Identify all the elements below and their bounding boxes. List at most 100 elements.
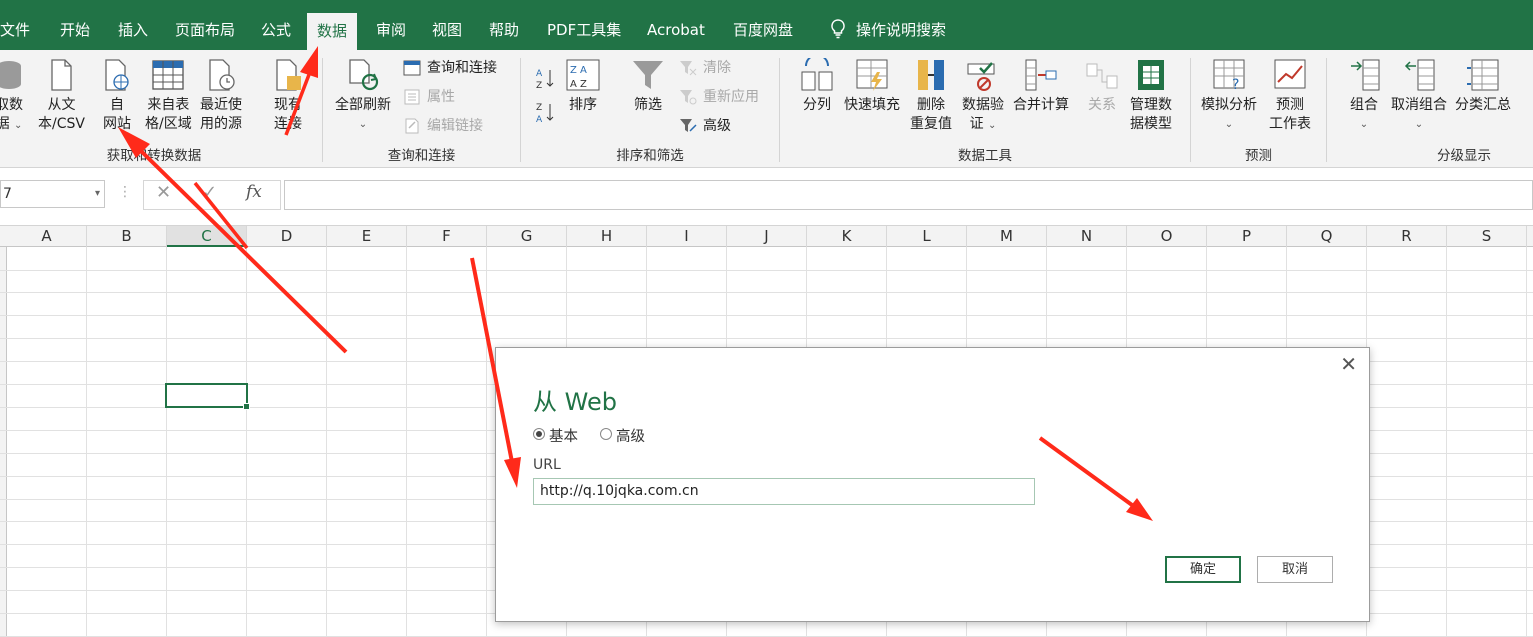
forecast-sheet-label-1: 预测 (1276, 97, 1304, 113)
from-table-button[interactable]: 来自表 格/区域 (145, 58, 192, 134)
forecast-sheet-button[interactable]: 预测 工作表 (1269, 58, 1311, 134)
column-header-s[interactable]: S (1447, 226, 1527, 247)
group-sort-filter: AZ ZA Z AA Z 排序 筛选 清除 重新应用 高级 排序和筛选 (521, 50, 779, 168)
what-if-analysis-button[interactable]: ? 模拟分析 ⌄ (1201, 58, 1257, 134)
tab-pdf-tools[interactable]: PDF工具集 (537, 12, 631, 50)
column-header-a[interactable]: A (7, 226, 87, 247)
column-header-p[interactable]: P (1207, 226, 1287, 247)
gridline-vertical (86, 247, 87, 637)
confirm-formula-icon[interactable]: ✓ (202, 182, 217, 203)
properties-icon (403, 88, 421, 106)
recent-sources-button[interactable]: 最近使 用的源 (200, 58, 242, 134)
queries-connections-button[interactable]: 查询和连接 (403, 56, 497, 80)
reapply-icon (679, 88, 697, 106)
existing-connections-label-2: 连接 (274, 116, 302, 132)
queries-pane-icon (403, 59, 421, 77)
tab-review[interactable]: 审阅 (366, 12, 416, 50)
column-header-g[interactable]: G (487, 226, 567, 247)
tab-page-layout[interactable]: 页面布局 (165, 12, 245, 50)
properties-button[interactable]: 属性 (403, 85, 455, 109)
column-header-l[interactable]: L (887, 226, 967, 247)
column-header-q[interactable]: Q (1287, 226, 1367, 247)
manage-data-model-button[interactable]: 管理数 据模型 (1130, 58, 1172, 134)
tab-help[interactable]: 帮助 (479, 12, 529, 50)
remove-duplicates-icon (914, 58, 948, 92)
clear-filter-button[interactable]: 清除 (679, 56, 731, 80)
manage-data-model-label-2: 据模型 (1130, 116, 1172, 132)
existing-connections-button[interactable]: 现有 连接 (271, 58, 305, 134)
advanced-filter-button[interactable]: 高级 (679, 114, 731, 138)
gridline-vertical (486, 247, 487, 637)
column-header-d[interactable]: D (247, 226, 327, 247)
consolidate-button[interactable]: 合并计算 (1013, 58, 1069, 115)
tab-insert[interactable]: 插入 (108, 12, 158, 50)
group-button[interactable]: 组合 ⌄ (1347, 58, 1381, 134)
column-header-k[interactable]: K (807, 226, 887, 247)
formula-bar-grip[interactable]: ⋮ (118, 184, 132, 200)
radio-basic[interactable]: 基本 (533, 425, 578, 446)
subtotal-label: 分类汇总 (1455, 97, 1511, 113)
from-text-csv-button[interactable]: 从文 本/CSV (38, 58, 85, 134)
tab-data[interactable]: 数据 (307, 13, 358, 51)
tab-home[interactable]: 开始 (50, 12, 100, 50)
column-header-b[interactable]: B (87, 226, 167, 247)
column-header-n[interactable]: N (1047, 226, 1127, 247)
cancel-button[interactable]: 取消 (1257, 556, 1333, 583)
get-data-button[interactable]: 取数 据 ⌄ (0, 58, 26, 135)
column-header-j[interactable]: J (727, 226, 807, 247)
column-header-c[interactable]: C (167, 226, 247, 247)
text-to-columns-button[interactable]: 分列 (800, 54, 834, 115)
insert-function-icon[interactable]: fx (246, 182, 262, 202)
radio-advanced[interactable]: 高级 (600, 425, 645, 446)
sort-za-button[interactable]: ZA (535, 100, 557, 125)
web-globe-icon (100, 58, 134, 92)
tab-baidu-netdisk[interactable]: 百度网盘 (723, 12, 803, 50)
svg-text:?: ? (1232, 77, 1239, 92)
selected-cell[interactable] (165, 383, 250, 410)
column-header-h[interactable]: H (567, 226, 647, 247)
column-header-o[interactable]: O (1127, 226, 1207, 247)
ok-button[interactable]: 确定 (1165, 556, 1241, 583)
reapply-button[interactable]: 重新应用 (679, 85, 759, 109)
flash-fill-button[interactable]: 快速填充 (844, 58, 900, 115)
text-file-icon (44, 58, 78, 92)
group-label: 组合 (1350, 97, 1378, 113)
column-header-i[interactable]: I (647, 226, 727, 247)
refresh-icon (346, 58, 380, 92)
column-header-m[interactable]: M (967, 226, 1047, 247)
row-headers (0, 247, 7, 637)
name-box[interactable]: 7 ▾ (0, 180, 105, 208)
tab-view[interactable]: 视图 (422, 12, 472, 50)
cancel-formula-icon[interactable]: ✕ (156, 182, 171, 203)
edit-links-button[interactable]: 编辑链接 (403, 114, 483, 138)
subtotal-button[interactable]: 分类汇总 (1455, 58, 1511, 115)
close-icon[interactable]: ✕ (1340, 354, 1357, 374)
forecast-sheet-label-2: 工作表 (1269, 116, 1311, 132)
existing-connections-label-1: 现有 (274, 97, 302, 113)
from-web-button[interactable]: 自 网站 (100, 58, 134, 134)
tab-acrobat[interactable]: Acrobat (637, 12, 715, 50)
subtotal-icon (1466, 58, 1500, 92)
edit-links-label: 编辑链接 (427, 118, 483, 134)
remove-duplicates-button[interactable]: 删除 重复值 (910, 58, 952, 134)
filter-button[interactable]: 筛选 (631, 58, 665, 115)
data-validation-button[interactable]: 数据验 证 ⌄ (962, 58, 1004, 135)
tell-me-search[interactable]: 操作说明搜索 (820, 12, 956, 50)
group-forecast: ? 模拟分析 ⌄ 预测 工作表 预测 (1191, 50, 1326, 168)
column-header-e[interactable]: E (327, 226, 407, 247)
relationships-button[interactable]: 关系 (1085, 58, 1119, 115)
url-input[interactable]: http://q.10jqka.com.cn (533, 478, 1035, 505)
group-label-queries: 查询和连接 (387, 148, 456, 164)
sort-button[interactable]: Z A A Z 排序 (566, 58, 600, 115)
from-web-dialog: ✕ 从 Web 基本 高级 URL http://q.10jqka.com.cn… (495, 347, 1370, 622)
tab-file[interactable]: 文件 (0, 12, 40, 50)
tab-formulas[interactable]: 公式 (251, 12, 301, 50)
column-header-r[interactable]: R (1367, 226, 1447, 247)
formula-input[interactable] (284, 180, 1533, 210)
column-header-f[interactable]: F (407, 226, 487, 247)
sort-az-button[interactable]: AZ (535, 66, 557, 91)
refresh-all-button[interactable]: 全部刷新 ⌄ (335, 58, 391, 134)
chevron-down-icon: ▾ (94, 188, 100, 199)
remove-duplicates-label-2: 重复值 (910, 116, 952, 132)
ungroup-button[interactable]: 取消组合 ⌄ (1391, 58, 1447, 134)
